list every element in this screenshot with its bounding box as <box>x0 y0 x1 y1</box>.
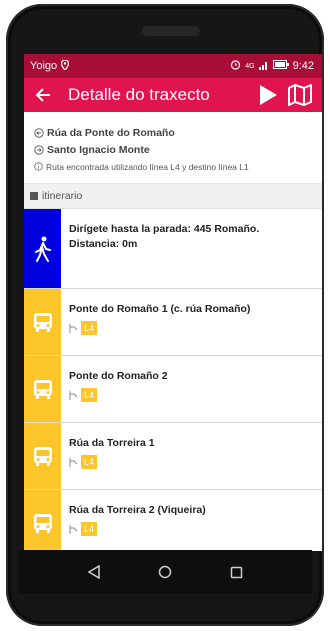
origin-text: Rúa da Ponte do Romaño <box>47 126 175 139</box>
arrow-back-icon <box>35 88 50 102</box>
stop-row[interactable]: Rúa da Torreira 2 (Viqueira) L4 <box>24 490 322 551</box>
stop-name: Rúa da Torreira 2 (Viqueira) <box>69 504 206 516</box>
info-icon <box>34 162 43 171</box>
map-button[interactable] <box>284 80 316 110</box>
walk-instruction: Dirígete hasta la parada: 445 Romaño. <box>69 223 260 235</box>
battery-icon <box>272 60 289 72</box>
bus-icon <box>33 313 52 332</box>
status-bar: Yoigo 4G 9:42 <box>24 54 322 78</box>
walk-distance: Distancia: 0m <box>69 238 138 250</box>
route-branch-icon <box>69 323 78 333</box>
line-badge: L4 <box>81 321 98 335</box>
stop-name: Ponte do Romaño 1 (c. rúa Romaño) <box>69 303 251 315</box>
app-bar: Detalle do traxecto <box>24 78 322 112</box>
itinerary-header: itinerario <box>24 184 322 209</box>
map-icon <box>288 84 312 106</box>
destination-text: Santo Ignacio Monte <box>47 143 150 156</box>
phone-speaker <box>142 26 200 36</box>
signal-icon <box>258 60 269 73</box>
stop-row[interactable]: Ponte do Romaño 2 L4 <box>24 356 322 423</box>
nav-home-icon <box>158 565 172 579</box>
origin-row: Rúa da Ponte do Romaño <box>34 124 312 141</box>
nav-back-icon <box>87 565 100 579</box>
route-summary: Rúa da Ponte do Romaño Santo Ignacio Mon… <box>24 112 322 184</box>
location-icon <box>61 58 70 73</box>
itinerary-title: itinerario <box>42 190 83 202</box>
alarm-icon <box>230 59 241 73</box>
bus-icon-cell <box>24 423 61 489</box>
clock-label: 9:42 <box>292 60 314 72</box>
carrier-label: Yoigo <box>30 60 58 72</box>
back-button[interactable] <box>30 82 56 108</box>
pedestrian-icon <box>34 236 51 262</box>
bus-icon-cell <box>24 490 61 551</box>
page-title: Detalle do traxecto <box>68 85 210 104</box>
nav-home-button[interactable] <box>153 560 177 584</box>
route-branch-icon <box>69 390 78 400</box>
play-button[interactable] <box>252 80 284 110</box>
route-branch-icon <box>69 457 78 467</box>
walk-step[interactable]: Dirígete hasta la parada: 445 Romaño. Di… <box>24 209 322 289</box>
play-icon <box>260 85 277 105</box>
network-label: 4G <box>245 62 255 70</box>
nav-recents-icon <box>230 566 243 578</box>
route-branch-icon <box>69 524 78 534</box>
stop-name: Rúa da Torreira 1 <box>69 437 155 449</box>
system-nav-bar <box>18 550 312 594</box>
walk-icon-cell <box>24 209 61 288</box>
route-note-row: Ruta encontrada utilizando línea L4 y de… <box>34 158 312 175</box>
line-badge: L4 <box>81 388 98 402</box>
line-badge: L4 <box>81 522 98 536</box>
nav-back-button[interactable] <box>82 560 106 584</box>
origin-icon <box>34 127 44 138</box>
bus-icon <box>33 447 52 466</box>
bus-icon <box>33 380 52 399</box>
app-screen: Yoigo 4G 9:42 Detalle do traxecto Rúa da… <box>24 54 322 551</box>
route-note: Ruta encontrada utilizando línea L4 y de… <box>46 161 249 172</box>
stop-row[interactable]: Rúa da Torreira 1 L4 <box>24 423 322 490</box>
bus-icon <box>33 514 52 533</box>
destination-icon <box>34 144 44 155</box>
destination-row: Santo Ignacio Monte <box>34 141 312 158</box>
stop-name: Ponte do Romaño 2 <box>69 370 168 382</box>
nav-recents-button[interactable] <box>224 560 248 584</box>
section-marker-icon <box>30 192 38 200</box>
line-badge: L4 <box>81 455 98 469</box>
bus-icon-cell <box>24 356 61 422</box>
stop-row[interactable]: Ponte do Romaño 1 (c. rúa Romaño) L4 <box>24 289 322 356</box>
bus-icon-cell <box>24 289 61 355</box>
